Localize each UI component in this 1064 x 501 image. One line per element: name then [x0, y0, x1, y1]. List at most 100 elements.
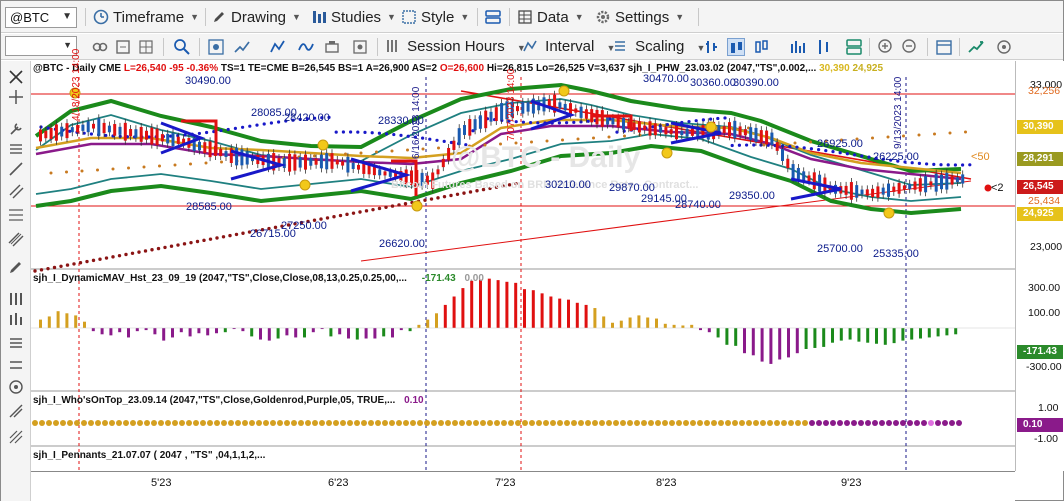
whos-on-top-dot	[333, 420, 339, 426]
pencil-tool-icon[interactable]	[8, 259, 24, 275]
layout-button[interactable]	[485, 6, 505, 28]
crosshair-icon[interactable]	[8, 89, 24, 105]
candle-body	[39, 129, 42, 142]
workspace-select[interactable]: ▼	[5, 36, 77, 56]
candle-body	[796, 167, 800, 180]
drawing-button[interactable]: Drawing ▼	[211, 6, 301, 28]
data-button[interactable]: Data ▼	[517, 6, 584, 28]
volume-bars-icon[interactable]	[789, 38, 807, 56]
diagonal-tool-icon[interactable]	[8, 403, 24, 419]
orange-dotted-line-point	[871, 136, 874, 140]
whos-on-top-dot	[354, 420, 360, 426]
wrench-icon[interactable]	[8, 121, 24, 137]
list-tool-icon[interactable]	[8, 335, 24, 351]
chart-analysis-icon[interactable]	[967, 38, 985, 56]
candle-body	[738, 126, 742, 136]
candle-body	[653, 123, 657, 136]
candlestick-type-icon[interactable]	[727, 38, 745, 56]
link-icon[interactable]	[91, 38, 109, 56]
lines-tool-icon[interactable]	[8, 357, 24, 373]
chevron-down-icon: ▼	[460, 12, 470, 22]
symbol-input[interactable]: @BTC ▼	[5, 7, 77, 28]
settings-button[interactable]: Settings ▼	[595, 6, 684, 28]
candle-body	[44, 130, 48, 139]
hollow-candle-icon[interactable]	[753, 38, 771, 56]
whos-on-top-dot	[830, 420, 836, 426]
pointer-icon[interactable]	[8, 69, 24, 85]
options-icon[interactable]	[995, 38, 1013, 56]
whos-on-top-dot	[515, 420, 521, 426]
time-axis-label: 6'23	[328, 477, 349, 489]
stripes-tool-icon[interactable]	[8, 429, 24, 445]
whos-on-top-dot	[102, 420, 108, 426]
chart-area[interactable]: @BTC - Daily Bitcoin Futures Based on BR…	[31, 49, 1015, 471]
trendline-dot	[358, 210, 362, 214]
whos-on-top-dot	[263, 420, 269, 426]
chart-canvas[interactable]	[31, 61, 1015, 471]
scaling-button[interactable]: Scaling ▼	[613, 38, 705, 55]
histogram-bar	[743, 328, 746, 354]
channel-icon[interactable]	[8, 231, 24, 247]
settings-small-icon[interactable]	[351, 38, 369, 56]
strategy-icon[interactable]	[323, 38, 341, 56]
orange-dotted-line-point	[204, 161, 208, 165]
blue-dotted-line-point	[428, 137, 432, 141]
trendline-icon[interactable]	[8, 161, 24, 177]
chevron-down-icon[interactable]: ▼	[62, 11, 72, 22]
histogram-bar	[857, 328, 861, 342]
fibonacci-icon[interactable]	[8, 207, 24, 223]
whos-on-top-dot	[711, 420, 717, 426]
text-tool-icon[interactable]	[8, 141, 24, 157]
orange-dotted-line-point	[142, 165, 146, 169]
candle-body	[865, 189, 869, 196]
interval-button[interactable]: Interval ▼	[523, 38, 615, 55]
layout-stack-icon[interactable]	[845, 38, 863, 56]
time-axis[interactable]: 5'23 6'23 7'23 8'23 9'23	[31, 471, 1015, 501]
format-symbol-icon[interactable]	[269, 38, 287, 56]
whos-on-top-dot	[249, 420, 255, 426]
main-toolbar: @BTC ▼ Timeframe ▼ Drawing ▼ Studies ▼ S…	[1, 1, 1063, 33]
histogram-bar	[144, 328, 148, 331]
whos-on-top-dot	[417, 420, 423, 426]
candle-body	[934, 173, 938, 192]
whos-on-top-dot	[851, 420, 857, 426]
price-axis[interactable]: 33,000 32,256 30,390 28,291 26,545 25,43…	[1015, 61, 1064, 471]
style-button[interactable]: Style ▼	[401, 6, 469, 28]
calendar-icon[interactable]	[935, 38, 953, 56]
zoom-in-icon[interactable]	[877, 38, 895, 56]
trendline-dot	[143, 249, 148, 253]
whos-on-top-dot	[606, 420, 612, 426]
vertical-date-marker: 7/07/2023 14:00	[506, 68, 517, 141]
grid-icon[interactable]	[137, 38, 155, 56]
studies-button[interactable]: Studies ▼	[311, 6, 396, 28]
histogram-bar	[787, 328, 790, 358]
bar-tool-icon[interactable]	[8, 311, 24, 327]
histogram-tool-icon[interactable]	[8, 291, 24, 307]
chart-wizard-icon[interactable]	[233, 38, 251, 56]
indicator-icon[interactable]	[297, 38, 315, 56]
bar-chart-type-icon[interactable]	[703, 38, 721, 56]
copy-chart-icon[interactable]	[114, 38, 132, 56]
whos-on-top-dot	[739, 420, 745, 426]
zoom-search-icon[interactable]	[173, 38, 191, 56]
ohlc-type-icon[interactable]	[815, 38, 833, 56]
candle-body	[314, 158, 318, 165]
zoom-out-icon[interactable]	[901, 38, 919, 56]
trendline-dot	[78, 261, 83, 265]
histogram-bar	[171, 328, 174, 338]
whos-on-top-dot	[347, 420, 353, 426]
session-hours-button[interactable]: Session Hours ▼	[385, 38, 526, 55]
candle-body	[743, 129, 747, 136]
parallel-lines-icon[interactable]	[8, 183, 24, 199]
trendline-dot	[189, 240, 193, 245]
low-value: L=26,540	[123, 63, 167, 74]
data-icon	[517, 9, 533, 25]
target-tool-icon[interactable]	[8, 379, 24, 395]
timeframe-button[interactable]: Timeframe ▼	[93, 6, 199, 28]
candle-body	[298, 157, 302, 168]
zoom-pan-icon[interactable]	[207, 38, 225, 56]
candle-body	[632, 122, 636, 130]
blue-dotted-line-point	[529, 120, 533, 125]
whos-on-top-dot	[837, 420, 843, 426]
histogram-bar	[496, 280, 500, 328]
